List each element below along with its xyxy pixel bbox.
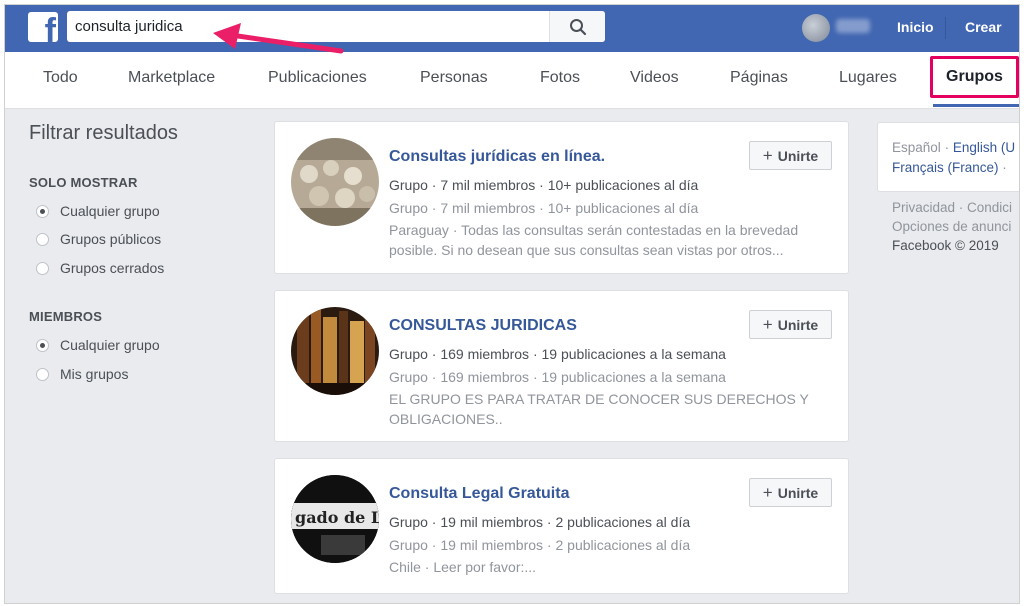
group-cover-image[interactable]: gado de L	[291, 475, 379, 563]
filter-option-label: Grupos cerrados	[60, 260, 165, 276]
tab-groups[interactable]: Grupos	[930, 56, 1019, 98]
filter-option-label: Mis grupos	[60, 366, 129, 382]
footer-ad-choices-link[interactable]: Opciones de anunci	[892, 219, 1011, 234]
tab-people[interactable]: Personas	[420, 69, 488, 87]
law-office-image-icon: gado de L	[291, 475, 379, 563]
sculpture-image-icon	[291, 138, 379, 226]
radio-selected-icon[interactable]	[36, 338, 49, 352]
group-cover-image[interactable]	[291, 138, 379, 226]
filter-members-any[interactable]: Cualquier grupo	[36, 336, 160, 354]
join-group-button[interactable]: + Unirte	[749, 310, 832, 339]
nav-divider	[945, 17, 946, 39]
top-bar: f Inicio Crear	[5, 5, 1019, 52]
group-title[interactable]: CONSULTAS JURIDICAS	[389, 317, 577, 335]
search-button[interactable]	[549, 11, 605, 42]
language-french-link[interactable]: Français (France)	[892, 160, 999, 175]
group-meta: Grupo · 19 mil miembros · 2 publicacione…	[389, 514, 691, 530]
current-language: Español	[892, 140, 941, 155]
home-link[interactable]: Inicio	[897, 19, 934, 35]
group-result-card: CONSULTAS JURIDICAS Grupo · 169 miembros…	[274, 290, 849, 442]
join-label: Unirte	[777, 316, 819, 333]
tab-videos[interactable]: Videos	[630, 69, 679, 87]
language-line-1: Español · English (U	[892, 140, 1015, 155]
separator: ·	[1002, 160, 1007, 175]
plus-icon: +	[762, 482, 773, 502]
filter-option-label: Grupos públicos	[60, 231, 162, 247]
radio-selected-icon[interactable]	[36, 204, 49, 218]
tab-places[interactable]: Lugares	[839, 69, 897, 87]
group-meta-secondary: Grupo · 7 mil miembros · 10+ publicacion…	[389, 200, 699, 216]
search-tabs: Todo Marketplace Publicaciones Personas …	[5, 52, 1019, 109]
group-title[interactable]: Consultas jurídicas en línea.	[389, 148, 605, 166]
group-cover-image[interactable]	[291, 307, 379, 395]
footer-copyright: Facebook © 2019	[892, 238, 999, 253]
search-icon	[569, 18, 586, 35]
radio-icon[interactable]	[36, 261, 49, 275]
footer-privacy-link[interactable]: Privacidad · Condici	[892, 200, 1012, 215]
group-meta-secondary: Grupo · 169 miembros · 19 publicaciones …	[389, 369, 726, 385]
tab-posts[interactable]: Publicaciones	[268, 69, 367, 87]
group-meta: Grupo · 169 miembros · 19 publicaciones …	[389, 346, 726, 362]
language-english-link[interactable]: English (U	[953, 140, 1015, 155]
filter-option-label: Cualquier grupo	[60, 337, 160, 353]
books-image-icon	[291, 307, 379, 395]
filter-title: Filtrar resultados	[29, 122, 178, 144]
group-meta: Grupo · 7 mil miembros · 10+ publicacion…	[389, 177, 699, 193]
tab-marketplace[interactable]: Marketplace	[128, 69, 215, 87]
search-box	[67, 11, 605, 42]
plus-icon: +	[762, 314, 773, 334]
group-title[interactable]: Consulta Legal Gratuita	[389, 485, 569, 503]
filter-closed-groups[interactable]: Grupos cerrados	[36, 259, 164, 277]
active-tab-indicator	[933, 104, 1019, 107]
create-link[interactable]: Crear	[965, 19, 1002, 35]
radio-icon[interactable]	[36, 367, 49, 381]
avatar[interactable]	[802, 14, 830, 42]
plus-icon: +	[762, 145, 773, 165]
radio-icon[interactable]	[36, 232, 49, 246]
members-heading: MIEMBROS	[29, 309, 103, 324]
filter-option-label: Cualquier grupo	[60, 203, 160, 219]
join-label: Unirte	[777, 484, 819, 501]
join-label: Unirte	[777, 147, 819, 164]
filter-my-groups[interactable]: Mis grupos	[36, 365, 128, 383]
tab-photos[interactable]: Fotos	[540, 69, 580, 87]
group-result-card: Consultas jurídicas en línea. Grupo · 7 …	[274, 121, 849, 274]
search-input[interactable]	[67, 11, 547, 42]
tab-pages[interactable]: Páginas	[730, 69, 788, 87]
user-name-blurred[interactable]	[836, 19, 870, 33]
group-description: Paraguay · Todas las consultas serán con…	[389, 222, 799, 258]
group-result-card: gado de L Consulta Legal Gratuita Grupo …	[274, 458, 849, 594]
group-description: EL GRUPO ES PARA TRATAR DE CONOCER SUS D…	[389, 391, 809, 427]
show-only-heading: SOLO MOSTRAR	[29, 175, 138, 190]
browser-frame: f Inicio Crear Todo Marketplace Publicac…	[4, 4, 1020, 604]
tab-all[interactable]: Todo	[43, 69, 78, 87]
separator: ·	[944, 140, 950, 155]
facebook-logo-icon[interactable]: f	[28, 12, 58, 42]
language-selector: Español · English (U Français (France) ·	[877, 122, 1019, 192]
filter-public-groups[interactable]: Grupos públicos	[36, 230, 161, 248]
filter-any-group[interactable]: Cualquier grupo	[36, 202, 160, 220]
group-meta-secondary: Grupo · 19 mil miembros · 2 publicacione…	[389, 537, 691, 553]
svg-text:gado de L: gado de L	[295, 508, 379, 527]
group-description: Chile · Leer por favor:...	[389, 559, 537, 575]
language-line-2: Français (France) ·	[892, 160, 1007, 175]
join-group-button[interactable]: + Unirte	[749, 141, 832, 170]
join-group-button[interactable]: + Unirte	[749, 478, 832, 507]
